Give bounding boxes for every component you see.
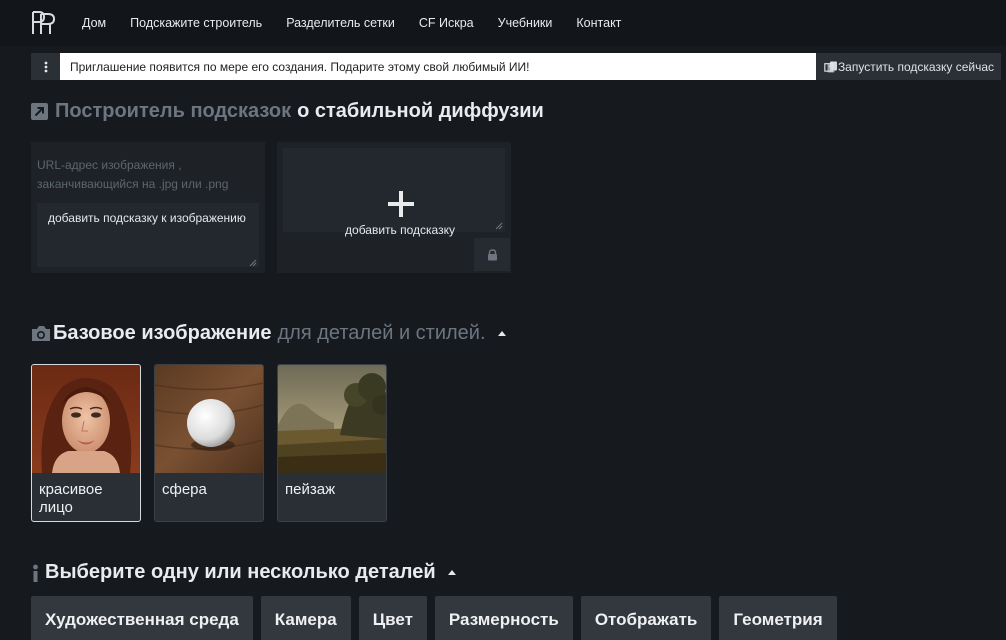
nav-link-grid-splitter[interactable]: Разделитель сетки: [286, 16, 395, 30]
top-navbar: Дом Подскажите строитель Разделитель сет…: [0, 0, 1006, 46]
image-url-panel: URL-адрес изображения , заканчивающийся …: [31, 142, 265, 273]
base-image-title: Базовое изображение для деталей и стилей…: [31, 322, 506, 345]
lock-icon: [487, 248, 497, 260]
nav-link-home[interactable]: Дом: [82, 16, 106, 30]
collapse-caret-icon[interactable]: [447, 570, 456, 575]
tab-color[interactable]: Цвет: [358, 596, 427, 640]
base-image-card-label: пейзаж: [285, 481, 336, 498]
white-sphere-on-wood-image: [155, 365, 263, 473]
tab-display[interactable]: Отображать: [580, 596, 712, 640]
base-image-card-face[interactable]: красивое лицо: [31, 364, 141, 522]
detail-tabs: Художественная среда Камера Цвет Размерн…: [31, 596, 845, 640]
builder-title: Построитель подсказок о стабильной диффу…: [31, 100, 544, 123]
nav-link-cf-spark[interactable]: CF Искра: [419, 16, 474, 30]
image-url-input[interactable]: URL-адрес изображения , заканчивающийся …: [37, 156, 257, 194]
plus-icon: [388, 191, 414, 217]
resize-grip-icon[interactable]: [249, 259, 257, 267]
info-icon: [33, 564, 38, 582]
add-prompt-box[interactable]: добавить подсказку: [283, 148, 505, 237]
generated-prompt-text[interactable]: Приглашение появится по мере его создани…: [60, 53, 816, 80]
tab-geometry[interactable]: Геометрия: [719, 596, 837, 640]
details-title-text: Выберите одну или несколько деталей: [45, 561, 436, 583]
collapse-caret-icon[interactable]: [497, 331, 506, 336]
launch-prompt-button[interactable]: Запустить подсказку сейчас: [824, 53, 1001, 80]
lock-button[interactable]: [474, 238, 510, 271]
resize-grip-icon[interactable]: [495, 222, 503, 230]
builder-title-muted: Построитель подсказок: [55, 100, 292, 122]
base-image-card-label: сфера: [162, 481, 207, 498]
nav-link-tutorials[interactable]: Учебники: [498, 16, 553, 30]
add-prompt-panel: добавить подсказку: [277, 142, 511, 273]
external-link-icon: [824, 61, 834, 72]
base-image-card-landscape[interactable]: пейзаж: [277, 364, 387, 522]
nav-link-prompt-builder[interactable]: Подскажите строитель: [130, 16, 262, 30]
base-image-card-sphere[interactable]: сфера: [154, 364, 264, 522]
nav-links: Дом Подскажите строитель Разделитель сет…: [82, 0, 645, 46]
base-image-title-bright: Базовое изображение: [53, 322, 272, 344]
base-image-card-label: красивое лицо: [39, 481, 103, 516]
camera-icon: [32, 326, 50, 341]
landscape-painting-image: [278, 365, 386, 473]
launch-prompt-label: Запустить подсказку сейчас: [837, 59, 994, 74]
rp-monogram-logo[interactable]: [30, 10, 58, 36]
prompt-output-bar: Приглашение появится по мере его создани…: [31, 53, 1001, 80]
kebab-icon[interactable]: [31, 53, 60, 80]
base-image-title-muted: для деталей и стилей.: [277, 322, 486, 344]
details-title: Выберите одну или несколько деталей: [31, 561, 456, 584]
tab-dimension[interactable]: Размерность: [434, 596, 573, 640]
portrait-of-woman-image: [32, 365, 140, 473]
tab-camera[interactable]: Камера: [260, 596, 351, 640]
add-prompt-label: добавить подсказку: [345, 223, 455, 237]
arrow-box-icon: [31, 103, 48, 120]
builder-title-bright: о стабильной диффузии: [297, 100, 544, 122]
tab-art-medium[interactable]: Художественная среда: [31, 596, 253, 640]
nav-link-contact[interactable]: Контакт: [576, 16, 621, 30]
image-prompt-textarea[interactable]: добавить подсказку к изображению: [37, 203, 259, 267]
